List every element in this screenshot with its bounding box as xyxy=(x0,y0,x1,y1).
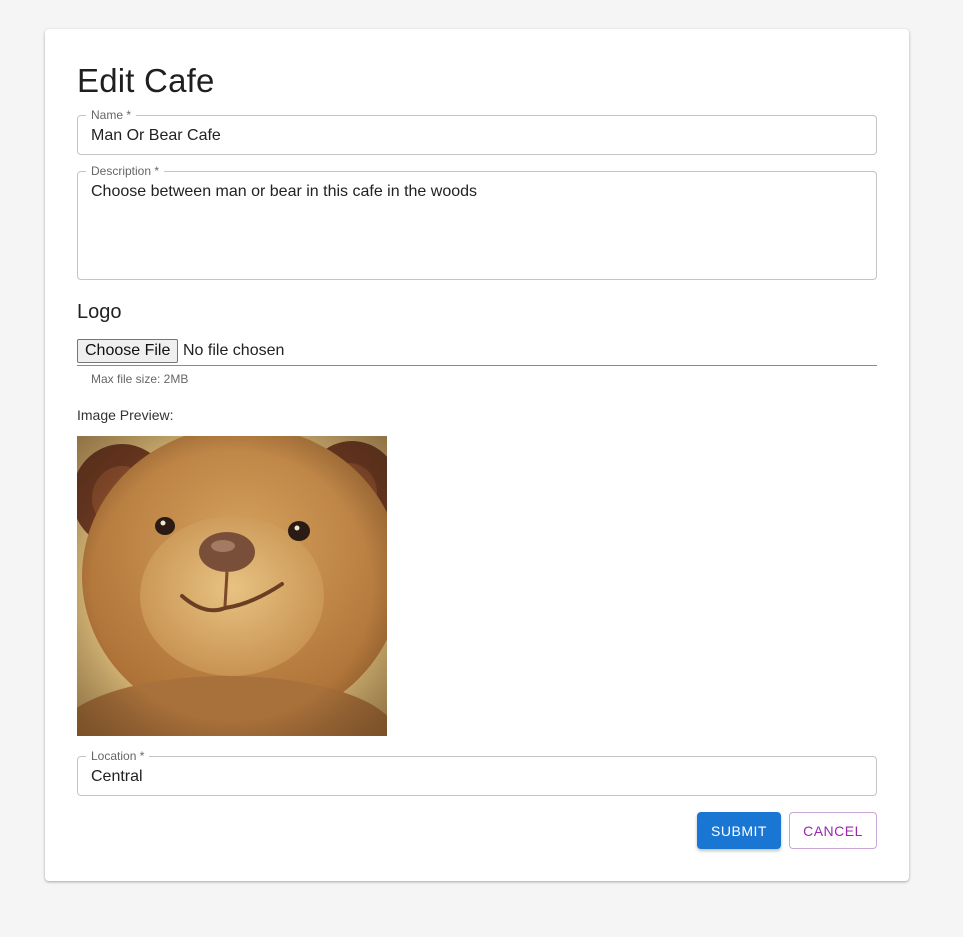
name-field[interactable]: Name * xyxy=(77,108,877,155)
location-input[interactable] xyxy=(91,766,863,788)
page-title: Edit Cafe xyxy=(77,62,215,99)
description-field[interactable]: Description * Choose between man or bear… xyxy=(77,164,877,280)
name-input[interactable] xyxy=(91,125,863,147)
file-size-helper: Max file size: 2MB xyxy=(91,372,189,386)
description-field-label: Description * xyxy=(86,164,165,178)
logo-heading: Logo xyxy=(77,301,122,323)
name-field-label: Name * xyxy=(86,108,137,122)
edit-cafe-card: Edit Cafe Name * Description * Choose be… xyxy=(45,29,909,881)
submit-button[interactable]: SUBMIT xyxy=(697,812,781,849)
location-field-label: Location * xyxy=(86,749,150,763)
logo-file-input[interactable]: Choose File No file chosen xyxy=(77,338,877,366)
logo-preview-image xyxy=(77,436,387,736)
location-field[interactable]: Location * xyxy=(77,749,877,796)
image-preview-label: Image Preview: xyxy=(77,407,174,423)
choose-file-button[interactable]: Choose File xyxy=(77,339,179,363)
file-status-text: No file chosen xyxy=(183,342,285,359)
cancel-button[interactable]: CANCEL xyxy=(789,812,877,849)
description-input[interactable]: Choose between man or bear in this cafe … xyxy=(91,181,863,271)
